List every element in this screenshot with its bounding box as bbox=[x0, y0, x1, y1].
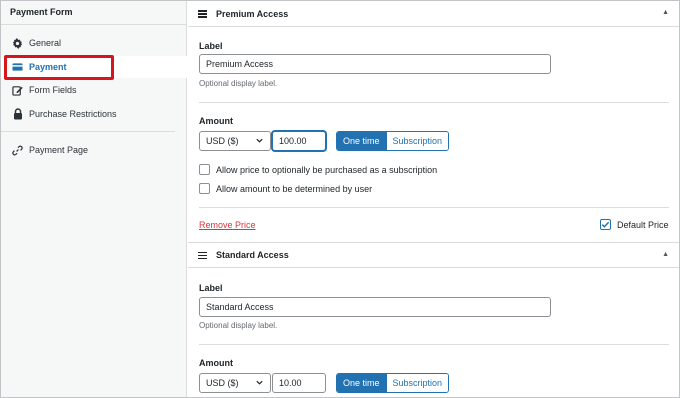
allow-user-amount-label: Allow amount to be determined by user bbox=[216, 183, 373, 194]
label-help-text: Optional display label. bbox=[199, 321, 278, 330]
gear-icon bbox=[12, 37, 23, 49]
subscription-option[interactable]: Subscription bbox=[385, 132, 449, 150]
amount-heading: Amount bbox=[199, 358, 233, 368]
label-heading: Label bbox=[199, 41, 223, 51]
price-header-standard[interactable]: Standard Access ▲ bbox=[188, 242, 679, 268]
currency-select[interactable]: USD ($) bbox=[199, 373, 271, 393]
amount-heading: Amount bbox=[199, 116, 233, 126]
sidebar-item-label: Payment bbox=[29, 62, 67, 72]
price-options-panel: Premium Access ▲ Label Premium Access Op… bbox=[188, 1, 679, 397]
remove-price-link[interactable]: Remove Price bbox=[199, 220, 256, 230]
divider bbox=[199, 102, 669, 103]
sidebar-item-payment-page[interactable]: Payment Page bbox=[1, 139, 175, 161]
collapse-caret-icon[interactable]: ▲ bbox=[662, 9, 669, 16]
default-price-checkbox[interactable] bbox=[600, 219, 611, 230]
settings-sidebar: Payment Form General Payment Form Fields bbox=[1, 1, 187, 397]
allow-user-amount-option[interactable]: Allow amount to be determined by user bbox=[199, 183, 372, 194]
sidebar-item-general[interactable]: General bbox=[1, 32, 175, 54]
price-header-premium[interactable]: Premium Access ▲ bbox=[188, 1, 679, 27]
chevron-down-icon bbox=[255, 136, 264, 147]
payment-form-settings: Payment Form General Payment Form Fields bbox=[0, 0, 680, 398]
drag-handle-icon[interactable] bbox=[198, 10, 207, 18]
one-time-option[interactable]: One time bbox=[337, 132, 386, 150]
default-price-label: Default Price bbox=[617, 219, 669, 230]
lock-icon bbox=[12, 108, 23, 120]
divider bbox=[199, 344, 669, 345]
sidebar-item-purchase-restrictions[interactable]: Purchase Restrictions bbox=[1, 103, 175, 125]
subscription-option[interactable]: Subscription bbox=[385, 374, 449, 392]
one-time-option[interactable]: One time bbox=[337, 374, 386, 392]
allow-subscription-option[interactable]: Allow price to optionally be purchased a… bbox=[199, 164, 437, 175]
allow-subscription-checkbox[interactable] bbox=[199, 164, 210, 175]
divider bbox=[199, 207, 669, 208]
price-title: Standard Access bbox=[216, 250, 289, 260]
currency-value: USD ($) bbox=[206, 136, 239, 146]
sidebar-item-label: General bbox=[29, 38, 62, 48]
sidebar-item-payment[interactable]: Payment bbox=[1, 56, 187, 78]
label-input[interactable]: Premium Access bbox=[199, 54, 551, 74]
label-input[interactable]: Standard Access bbox=[199, 297, 551, 317]
chevron-down-icon bbox=[255, 378, 264, 389]
amount-input[interactable]: 10.00 bbox=[272, 373, 326, 393]
sidebar-item-label: Payment Page bbox=[29, 145, 89, 155]
divider bbox=[1, 24, 187, 25]
sidebar-item-label: Purchase Restrictions bbox=[29, 109, 117, 119]
currency-value: USD ($) bbox=[206, 378, 239, 388]
price-title: Premium Access bbox=[216, 8, 289, 19]
label-heading: Label bbox=[199, 283, 223, 293]
amount-input[interactable]: 100.00 bbox=[272, 131, 326, 151]
currency-select[interactable]: USD ($) bbox=[199, 131, 271, 151]
sidebar-title: Payment Form bbox=[10, 7, 73, 17]
credit-card-icon bbox=[12, 62, 23, 73]
link-icon bbox=[12, 145, 23, 156]
price-type-toggle: One time Subscription bbox=[336, 373, 450, 393]
sidebar-item-form-fields[interactable]: Form Fields bbox=[1, 79, 175, 101]
sidebar-item-label: Form Fields bbox=[29, 85, 77, 95]
collapse-caret-icon[interactable]: ▲ bbox=[662, 251, 669, 258]
edit-icon bbox=[12, 85, 23, 96]
divider bbox=[1, 131, 175, 132]
price-type-toggle: One time Subscription bbox=[336, 131, 450, 151]
allow-subscription-label: Allow price to optionally be purchased a… bbox=[216, 164, 438, 175]
allow-user-amount-checkbox[interactable] bbox=[199, 183, 210, 194]
drag-handle-icon[interactable] bbox=[198, 251, 207, 259]
default-price-option[interactable]: Default Price bbox=[600, 219, 669, 230]
label-help-text: Optional display label. bbox=[199, 79, 278, 88]
